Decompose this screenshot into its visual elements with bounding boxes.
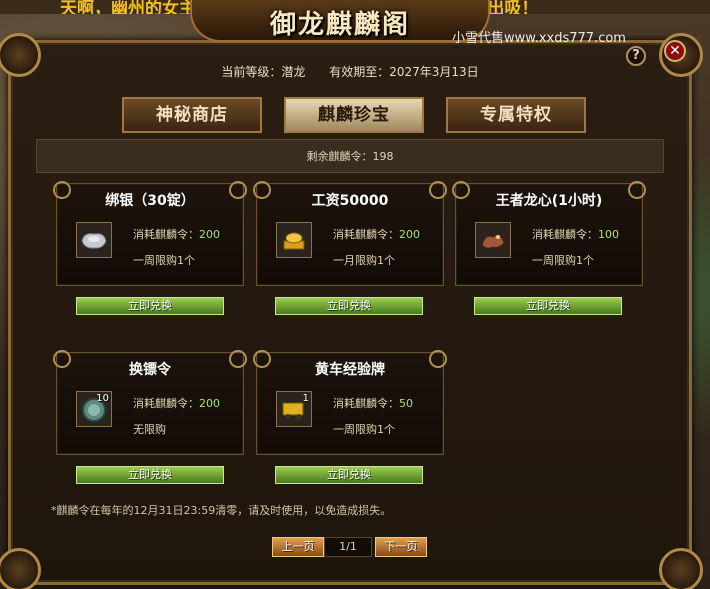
item-quantity: 10 (96, 393, 109, 404)
item-card: 工资50000 消耗麒麟令：200 一月限购1个 (253, 181, 447, 286)
item-name: 工资50000 (311, 193, 389, 209)
redeem-button[interactable]: 立即兑换 (76, 297, 224, 315)
item-name: 绑银（30锭） (105, 193, 195, 209)
item-name: 换镖令 (129, 362, 171, 378)
yellow-cart-exp-icon[interactable]: 1 (276, 391, 312, 427)
expiry-date: 有效期至：2027年3月13日 (329, 65, 479, 79)
redeem-button[interactable]: 立即兑换 (275, 466, 423, 484)
token-reset-note: *麒麟令在每年的12月31日23:59清零，请及时使用，以免造成损失。 (51, 504, 392, 517)
item-limit: 一月限购1个 (333, 254, 395, 267)
item-limit: 一周限购1个 (333, 423, 395, 436)
item-name: 王者龙心(1小时) (495, 193, 603, 209)
item-limit: 一周限购1个 (133, 254, 195, 267)
item-cost: 消耗麒麟令：200 (333, 228, 420, 241)
escort-token-icon[interactable]: 10 (76, 391, 112, 427)
gold-salary-icon[interactable] (276, 222, 312, 258)
item-limit: 一周限购1个 (532, 254, 594, 267)
current-level: 当前等级：潜龙 (221, 65, 306, 79)
item-cost: 消耗麒麟令：200 (133, 228, 220, 241)
item-cost: 消耗麒麟令：50 (333, 397, 413, 410)
watermark: 小雪代售www.xxds777.com (452, 31, 626, 46)
item-card: 王者龙心(1小时) 消耗麒麟令：100 一周限购1个 (452, 181, 646, 286)
silver-ingot-icon[interactable] (76, 222, 112, 258)
prev-page-button[interactable]: 上一页 (272, 537, 324, 557)
item-card: 绑银（30锭） 消耗麒麟令：200 一周限购1个 (53, 181, 247, 286)
frame-corner-ornament (0, 548, 41, 589)
window-title-plate: 御龙麒麟阁 (190, 0, 490, 42)
item-card: 换镖令 10 消耗麒麟令：200 无限购 (53, 350, 247, 455)
item-limit: 无限购 (133, 423, 166, 436)
account-info: 当前等级：潜龙 有效期至：2027年3月13日 (8, 63, 692, 80)
redeem-button[interactable]: 立即兑换 (76, 466, 224, 484)
tab-exclusive-privilege[interactable]: 专属特权 (446, 97, 586, 133)
item-quantity: 1 (302, 393, 309, 404)
next-page-button[interactable]: 下一页 (375, 537, 427, 557)
dragon-heart-icon[interactable] (475, 222, 511, 258)
tab-qilin-treasure[interactable]: 麒麟珍宝 (284, 97, 424, 133)
redeem-button[interactable]: 立即兑换 (474, 297, 622, 315)
item-cost: 消耗麒麟令：100 (532, 228, 619, 241)
item-name: 黄车经验牌 (315, 362, 385, 378)
frame-corner-ornament (659, 548, 703, 589)
close-button[interactable]: ✕ (664, 40, 686, 62)
item-cost: 消耗麒麟令：200 (133, 397, 220, 410)
remaining-tokens: 剩余麒麟令：198 (36, 139, 664, 173)
tab-mystery-shop[interactable]: 神秘商店 (122, 97, 262, 133)
redeem-button[interactable]: 立即兑换 (275, 297, 423, 315)
window-title: 御龙麒麟阁 (269, 10, 410, 40)
page-indicator: 1/1 (324, 537, 372, 557)
item-card: 黄车经验牌 1 消耗麒麟令：50 一周限购1个 (253, 350, 447, 455)
